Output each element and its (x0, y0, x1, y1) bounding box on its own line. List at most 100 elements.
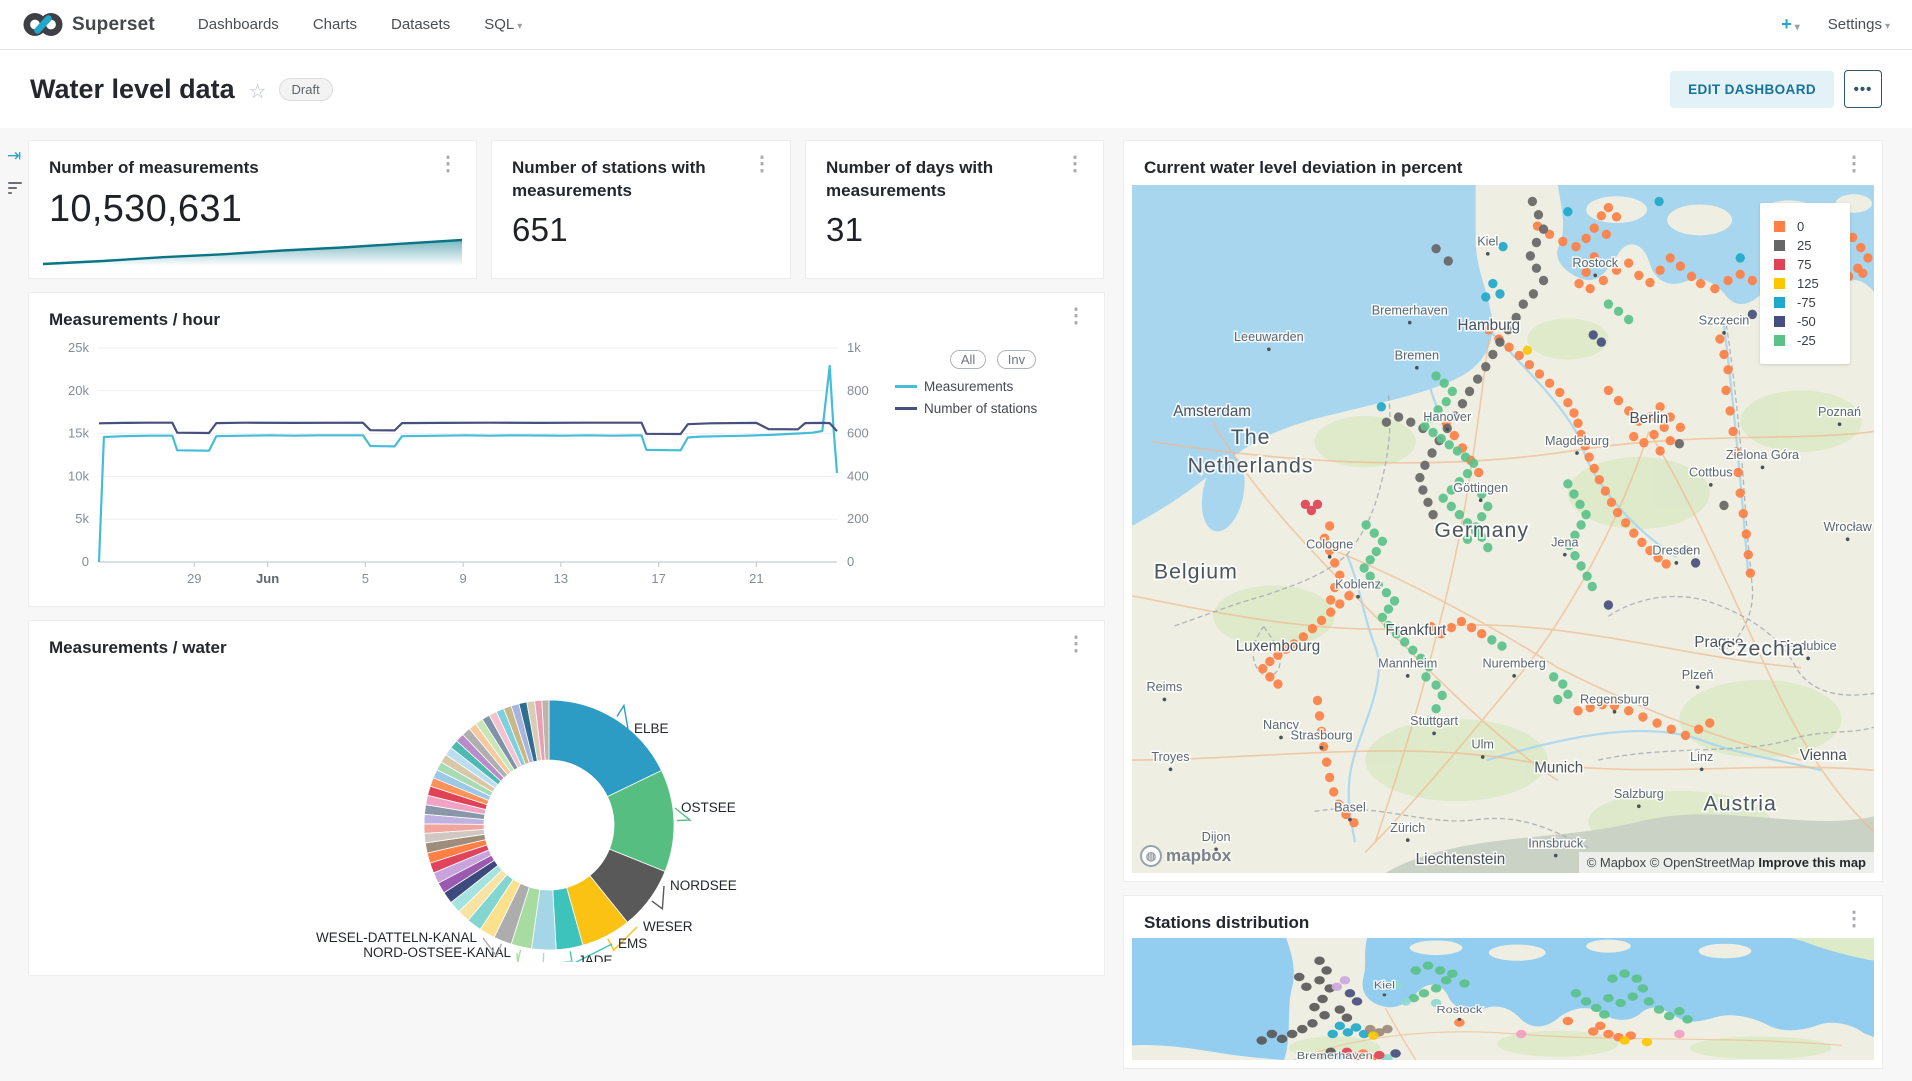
svg-text:Stuttgart: Stuttgart (1410, 713, 1458, 728)
legend-item--50[interactable]: -50 (1774, 314, 1850, 329)
edit-dashboard-button[interactable]: EDIT DASHBOARD (1670, 71, 1834, 108)
panel-title: Stations distribution (1144, 912, 1309, 935)
legend-label: 75 (1797, 257, 1811, 272)
card-title: Number of days with measurements (826, 157, 1041, 203)
svg-text:17: 17 (651, 571, 665, 586)
legend-label: -50 (1797, 314, 1816, 329)
map-legend: 0 25 75 125 -75 -50 -25 (1760, 203, 1850, 364)
improve-map-link[interactable]: Improve this map (1758, 855, 1866, 870)
legend-item-125[interactable]: 125 (1774, 276, 1850, 291)
legend-item--75[interactable]: -75 (1774, 295, 1850, 310)
panel-stations-distribution: Stations distribution ⋮ (1124, 896, 1882, 1068)
filter-rail: ⇥ (0, 128, 30, 1081)
kebab-menu-icon[interactable]: ⋮ (1066, 637, 1086, 651)
big-number-value: 10,530,631 (29, 180, 476, 231)
legend-label: -25 (1797, 333, 1816, 348)
legend-item-measurements[interactable]: Measurements (895, 379, 1091, 394)
settings-menu[interactable]: Settings▾ (1828, 16, 1890, 33)
brand-name: Superset (72, 14, 155, 36)
nav-item-datasets[interactable]: Datasets (374, 16, 467, 33)
svg-text:Austria: Austria (1704, 791, 1777, 815)
svg-text:400: 400 (847, 468, 869, 483)
svg-text:Cologne: Cologne (1306, 536, 1353, 551)
page-title: Water level data (30, 74, 235, 105)
nav-item-charts[interactable]: Charts (296, 16, 374, 33)
stations-map-svg: KielRostockBremerhaven (1132, 938, 1874, 1060)
nav-item-dashboards[interactable]: Dashboards (181, 16, 296, 33)
svg-text:Dijon: Dijon (1202, 829, 1231, 844)
legend-item-75[interactable]: 75 (1774, 257, 1850, 272)
legend-swatch (1774, 335, 1785, 346)
svg-text:The: The (1231, 425, 1271, 449)
superset-logo-icon (22, 11, 64, 38)
kebab-menu-icon[interactable]: ⋮ (438, 157, 458, 171)
svg-text:5k: 5k (75, 511, 89, 526)
kebab-menu-icon[interactable]: ⋮ (752, 157, 772, 171)
chevron-down-icon: ▾ (1885, 21, 1890, 32)
superset-brand[interactable]: Superset (22, 11, 155, 38)
kebab-menu-icon[interactable]: ⋮ (1065, 157, 1085, 171)
legend-item--25[interactable]: -25 (1774, 333, 1850, 348)
card-number-of-stations: Number of stations with measurements ⋮ 6… (492, 141, 790, 278)
chevron-down-icon: ▾ (1795, 22, 1800, 33)
svg-text:Hanover: Hanover (1423, 409, 1472, 424)
svg-text:OSTSEE: OSTSEE (681, 800, 736, 815)
svg-text:Czechia: Czechia (1721, 636, 1805, 660)
svg-text:Poznań: Poznań (1818, 404, 1861, 419)
svg-text:13: 13 (554, 571, 568, 586)
svg-text:Kiel: Kiel (1374, 980, 1395, 991)
svg-text:Salzburg: Salzburg (1614, 786, 1664, 801)
legend-swatch (1774, 278, 1785, 289)
nav-item-sql[interactable]: SQL▾ (467, 16, 539, 33)
mapbox-logo[interactable]: ◍ mapbox (1140, 845, 1231, 867)
svg-text:NORDSEE: NORDSEE (670, 878, 737, 893)
big-number-value: 651 (492, 203, 790, 249)
svg-text:Jena: Jena (1551, 534, 1579, 549)
svg-text:WESEL-DATTELN-KANAL: WESEL-DATTELN-KANAL (316, 930, 478, 945)
svg-text:Belgium: Belgium (1154, 559, 1238, 583)
svg-text:Mannheim: Mannheim (1378, 656, 1437, 671)
svg-text:29: 29 (187, 571, 201, 586)
dashboard-more-button[interactable]: ••• (1844, 70, 1882, 108)
dashboard-header: Water level data ☆ Draft EDIT DASHBOARD … (0, 50, 1912, 128)
svg-text:20k: 20k (68, 383, 89, 398)
legend-swatch (1774, 297, 1785, 308)
legend-all-button[interactable]: All (950, 350, 986, 369)
svg-text:Zürich: Zürich (1390, 820, 1425, 835)
svg-text:Bremen: Bremen (1395, 347, 1439, 362)
map-canvas[interactable]: KielRostockBremerhaven (1132, 938, 1874, 1060)
svg-text:JADE: JADE (578, 953, 613, 962)
favorite-star-icon[interactable]: ☆ (249, 79, 267, 104)
kebab-menu-icon[interactable]: ⋮ (1844, 912, 1864, 926)
svg-text:15k: 15k (68, 426, 89, 441)
chart-legend: All Inv Measurements Number of stations (895, 338, 1091, 598)
expand-filter-bar-icon[interactable]: ⇥ (7, 146, 30, 166)
map-attribution: © Mapbox © OpenStreetMap Improve this ma… (1579, 852, 1874, 873)
map-canvas[interactable]: KielRostockSzczecinBremerhavenHamburgLee… (1132, 185, 1874, 873)
series-swatch (895, 385, 917, 388)
filter-icon[interactable] (8, 182, 30, 194)
legend-item-0[interactable]: 0 (1774, 219, 1850, 234)
svg-text:Amsterdam: Amsterdam (1173, 403, 1251, 420)
legend-label: -75 (1797, 295, 1816, 310)
card-title: Number of stations with measurements (512, 157, 727, 203)
new-item-button[interactable]: +▾ (1781, 14, 1800, 35)
panel-deviation-map: Current water level deviation in percent… (1124, 141, 1882, 881)
legend-item-number-of-stations[interactable]: Number of stations (895, 401, 1091, 416)
svg-text:Magdeburg: Magdeburg (1545, 433, 1609, 448)
legend-item-25[interactable]: 25 (1774, 238, 1850, 253)
svg-text:Hamburg: Hamburg (1458, 317, 1521, 334)
svg-text:Jun: Jun (256, 571, 279, 586)
svg-text:Berlin: Berlin (1630, 410, 1669, 427)
svg-text:Germany: Germany (1434, 518, 1529, 542)
svg-text:21: 21 (749, 571, 763, 586)
svg-text:Göttingen: Göttingen (1453, 480, 1508, 495)
svg-text:Regensburg: Regensburg (1580, 691, 1649, 706)
legend-inv-button[interactable]: Inv (997, 350, 1036, 369)
kebab-menu-icon[interactable]: ⋮ (1066, 309, 1086, 323)
svg-text:0: 0 (82, 554, 89, 569)
kebab-menu-icon[interactable]: ⋮ (1844, 157, 1864, 171)
legend-swatch (1774, 259, 1785, 270)
svg-text:800: 800 (847, 383, 869, 398)
svg-text:Cottbus: Cottbus (1689, 465, 1733, 480)
